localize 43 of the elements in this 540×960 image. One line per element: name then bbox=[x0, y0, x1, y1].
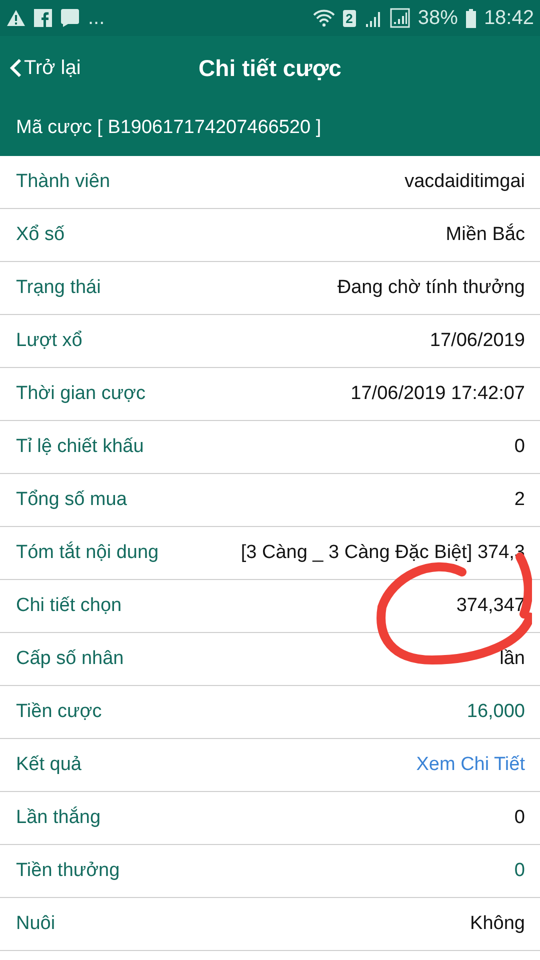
row-value: 0 bbox=[514, 436, 525, 458]
facebook-icon bbox=[34, 9, 52, 27]
signal-icon bbox=[364, 9, 382, 27]
row-value: 2 bbox=[514, 489, 525, 511]
row-label: Tổng số mua bbox=[16, 489, 127, 511]
chat-bubble-icon bbox=[60, 8, 80, 28]
row-label: Trạng thái bbox=[16, 277, 101, 299]
sim-badge: 2 bbox=[342, 10, 356, 26]
bet-code-text: Mã cược [ B190617174207466520 ] bbox=[0, 100, 540, 156]
signal-icon bbox=[390, 8, 410, 28]
row-value: Đang chờ tính thưởng bbox=[337, 277, 525, 299]
warning-icon bbox=[6, 9, 26, 27]
row-value: Không bbox=[470, 913, 525, 935]
row-value: 0 bbox=[514, 807, 525, 829]
row-label: Xổ số bbox=[16, 224, 65, 246]
back-button[interactable]: Trở lại bbox=[0, 56, 91, 80]
row-label: Nuôi bbox=[16, 913, 56, 935]
row-value: vacdaiditimgai bbox=[404, 171, 525, 193]
battery-icon bbox=[466, 8, 476, 28]
more-notifications-text: ... bbox=[88, 6, 105, 30]
battery-percent-text: 38% bbox=[418, 6, 458, 30]
row-label: Tiền cược bbox=[16, 701, 102, 723]
row-label: Tóm tắt nội dung bbox=[16, 542, 159, 564]
row-label: Kết quả bbox=[16, 754, 82, 776]
chevron-left-icon bbox=[10, 58, 22, 78]
row-value: Miền Bắc bbox=[446, 224, 525, 246]
row-label: Tiền thưởng bbox=[16, 860, 120, 882]
row-label: Lần thắng bbox=[16, 807, 101, 829]
row-value: 17/06/2019 17:42:07 bbox=[350, 383, 525, 405]
row-label: Chi tiết chọn bbox=[16, 595, 122, 617]
row-label: Thời gian cược bbox=[16, 383, 146, 405]
row-value: lần bbox=[500, 648, 525, 670]
wifi-icon bbox=[312, 9, 335, 27]
page-title: Chi tiết cược bbox=[198, 54, 342, 82]
row-value: 16,000 bbox=[466, 701, 525, 723]
clock-text: 18:42 bbox=[484, 6, 534, 30]
row-label: Lượt xổ bbox=[16, 330, 82, 352]
row-label: Cấp số nhân bbox=[16, 648, 124, 670]
row-label: Tỉ lệ chiết khấu bbox=[16, 436, 144, 458]
row-label: Thành viên bbox=[16, 171, 110, 193]
row-value: 0 bbox=[514, 860, 525, 882]
view-details-link[interactable]: Xem Chi Tiết bbox=[416, 754, 525, 776]
row-value: 17/06/2019 bbox=[430, 330, 525, 352]
